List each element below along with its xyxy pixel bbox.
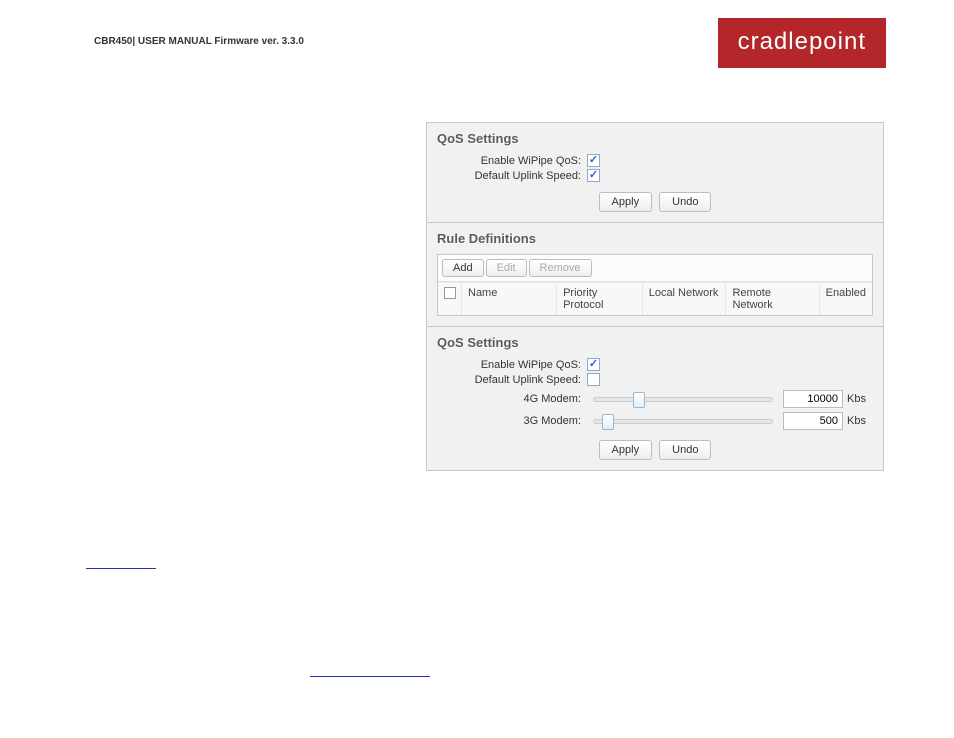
modem-3g-unit: Kbs <box>847 415 866 427</box>
default-uplink-label-2: Default Uplink Speed: <box>437 374 587 386</box>
column-priority[interactable]: Priority Protocol <box>557 283 643 315</box>
undo-button-2[interactable]: Undo <box>659 440 711 460</box>
apply-button-2[interactable]: Apply <box>599 440 653 460</box>
rule-definitions-section: Rule Definitions Add Edit Remove Name Pr… <box>427 223 883 327</box>
document-title: CBR450| USER MANUAL Firmware ver. 3.3.0 <box>94 36 304 47</box>
modem-3g-label: 3G Modem: <box>437 415 587 427</box>
column-remote[interactable]: Remote Network <box>726 283 819 315</box>
default-uplink-checkbox-2[interactable] <box>587 373 600 386</box>
qos-section-1: QoS Settings Enable WiPipe QoS: Default … <box>427 123 883 223</box>
brand-logo: cradlepoint <box>718 18 886 68</box>
select-all-checkbox[interactable] <box>438 283 462 315</box>
section-title-rules: Rule Definitions <box>437 231 873 246</box>
qos-section-2: QoS Settings Enable WiPipe QoS: Default … <box>427 327 883 470</box>
add-button[interactable]: Add <box>442 259 484 277</box>
column-name[interactable]: Name <box>462 283 557 315</box>
modem-4g-slider[interactable] <box>593 392 773 406</box>
default-uplink-label: Default Uplink Speed: <box>437 170 587 182</box>
enable-qos-label: Enable WiPipe QoS: <box>437 155 587 167</box>
section-title-qos2: QoS Settings <box>437 335 873 350</box>
modem-4g-input[interactable] <box>783 390 843 408</box>
rule-grid: Add Edit Remove Name Priority Protocol L… <box>437 254 873 316</box>
column-local[interactable]: Local Network <box>643 283 727 315</box>
default-uplink-checkbox[interactable] <box>587 169 600 182</box>
modem-4g-label: 4G Modem: <box>437 393 587 405</box>
modem-3g-thumb[interactable] <box>602 414 614 430</box>
modem-3g-input[interactable] <box>783 412 843 430</box>
config-panel: QoS Settings Enable WiPipe QoS: Default … <box>426 122 884 471</box>
apply-button[interactable]: Apply <box>599 192 653 212</box>
modem-3g-slider[interactable] <box>593 414 773 428</box>
modem-4g-thumb[interactable] <box>633 392 645 408</box>
edit-button[interactable]: Edit <box>486 259 527 277</box>
section-title-qos1: QoS Settings <box>437 131 873 146</box>
link-underline-2 <box>310 676 430 677</box>
enable-qos-checkbox-2[interactable] <box>587 358 600 371</box>
column-enabled[interactable]: Enabled <box>820 283 872 315</box>
grid-header: Name Priority Protocol Local Network Rem… <box>438 282 872 315</box>
enable-qos-checkbox[interactable] <box>587 154 600 167</box>
remove-button[interactable]: Remove <box>529 259 592 277</box>
undo-button[interactable]: Undo <box>659 192 711 212</box>
link-underline-1 <box>86 568 156 569</box>
enable-qos-label-2: Enable WiPipe QoS: <box>437 359 587 371</box>
modem-4g-unit: Kbs <box>847 393 866 405</box>
